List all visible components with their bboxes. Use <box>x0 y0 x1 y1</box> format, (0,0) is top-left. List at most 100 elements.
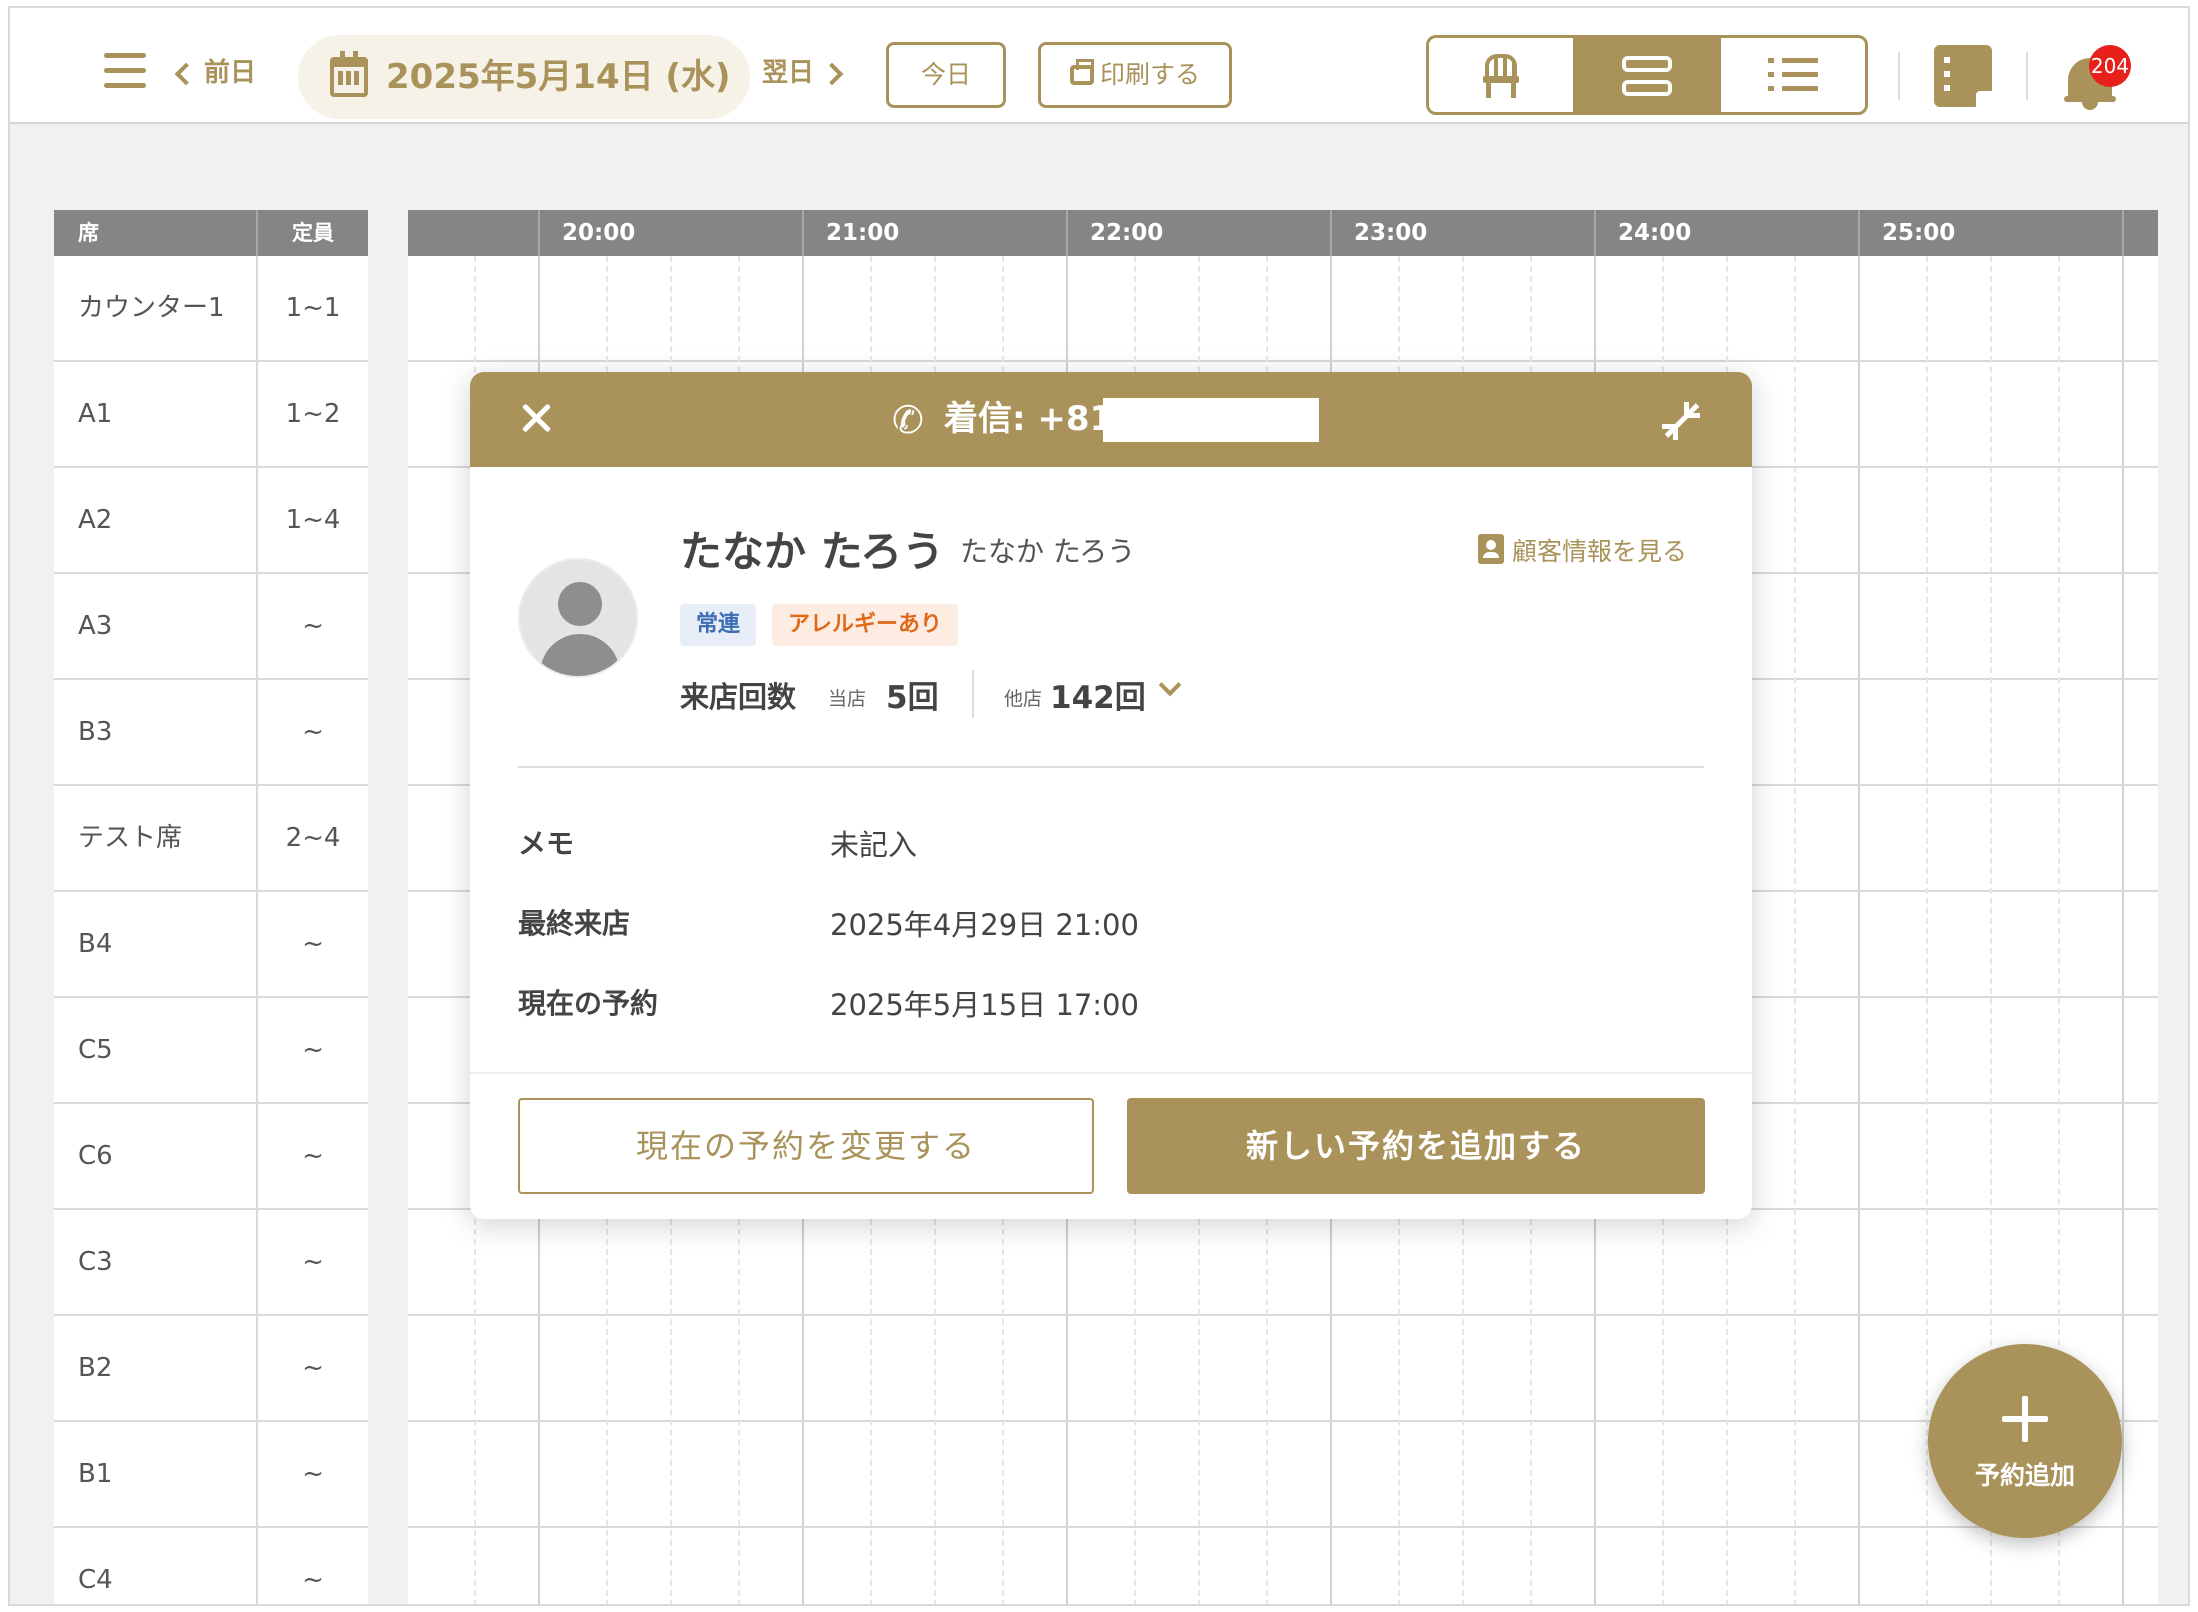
seat-capacity: ~ <box>302 717 324 747</box>
seat-row[interactable]: B3 ~ <box>54 680 368 786</box>
other-store-label: 他店 <box>1004 688 1043 710</box>
seat-row[interactable]: A1 1~2 <box>54 362 368 468</box>
current-date: 2025年5月14日 (水) <box>386 57 731 97</box>
prev-day-label: 前日 <box>204 58 257 88</box>
seat-row[interactable]: C4 ~ <box>54 1528 368 1604</box>
plus-icon <box>2002 1396 2048 1442</box>
timeline-view-button[interactable] <box>1575 38 1721 112</box>
add-reservation-button[interactable]: 新しい予約を追加する <box>1127 1098 1705 1194</box>
seat-row[interactable]: B1 ~ <box>54 1422 368 1528</box>
call-title: 着信: +81 <box>944 399 1114 439</box>
avatar <box>518 558 638 678</box>
divider <box>518 766 1704 768</box>
seat-row[interactable]: C6 ~ <box>54 1104 368 1210</box>
seat-capacity: 1~2 <box>285 399 341 429</box>
divider <box>2026 52 2028 100</box>
current-reservation-label: 現在の予約 <box>518 987 659 1020</box>
current-reservation-value: 2025年5月15日 17:00 <box>830 988 1139 1022</box>
seat-capacity: ~ <box>302 1247 324 1277</box>
chevron-down-icon[interactable] <box>1158 673 1182 697</box>
minimize-icon[interactable] <box>1656 396 1706 446</box>
seat-row[interactable]: カウンター1 1~1 <box>54 256 368 362</box>
seat-name: C3 <box>54 1210 258 1314</box>
print-button[interactable]: 印刷する <box>1038 42 1232 108</box>
quarter-line <box>1926 256 1928 1604</box>
timeline-header: 20:00 21:00 22:00 23:00 24:00 25:00 <box>408 210 2158 256</box>
this-store-label: 当店 <box>828 688 867 710</box>
view-customer-label: 顧客情報を見る <box>1512 537 1688 566</box>
hour-label: 24:00 <box>1594 210 1691 256</box>
memo-icon[interactable] <box>1934 45 1992 107</box>
seat-name: B1 <box>54 1422 258 1526</box>
hour-label: 22:00 <box>1066 210 1163 256</box>
seat-name: A1 <box>54 362 258 466</box>
divider <box>972 670 974 718</box>
divider <box>1898 52 1900 100</box>
seat-name: B2 <box>54 1316 258 1420</box>
this-store-count: 5回 <box>886 680 939 716</box>
memo-label: メモ <box>518 827 575 860</box>
seat-row[interactable]: B2 ~ <box>54 1316 368 1422</box>
notification-badge: 204 <box>2089 45 2131 87</box>
memo-value: 未記入 <box>830 828 918 862</box>
seat-capacity: ~ <box>302 1141 324 1171</box>
seat-row[interactable]: B4 ~ <box>54 892 368 998</box>
chevron-right-icon <box>820 62 844 85</box>
rows-icon <box>1622 56 1672 104</box>
modal-header: ✆ 着信: +81 <box>470 372 1752 467</box>
printer-icon <box>1069 59 1094 85</box>
seat-name: C4 <box>54 1528 258 1604</box>
view-toggle <box>1426 35 1868 115</box>
seat-capacity: ~ <box>302 929 324 959</box>
close-icon[interactable] <box>520 402 552 434</box>
seat-capacity: 1~1 <box>285 293 341 323</box>
seat-capacity: 1~4 <box>285 505 341 535</box>
add-reservation-fab[interactable]: 予約追加 <box>1928 1344 2122 1538</box>
regular-tag: 常連 <box>680 604 757 646</box>
seat-row[interactable]: C5 ~ <box>54 998 368 1104</box>
seat-view-button[interactable] <box>1429 38 1575 112</box>
seat-table-header: 席 定員 <box>54 210 368 256</box>
last-visit-label: 最終来店 <box>518 907 631 940</box>
hour-label: 21:00 <box>802 210 899 256</box>
seat-column-header: 席 <box>54 210 258 256</box>
phone-icon: ✆ <box>892 398 924 442</box>
seat-name: A2 <box>54 468 258 572</box>
chevron-left-icon <box>174 62 198 85</box>
seat-table: 席 定員 カウンター1 1~1 A1 1~2 A2 1~4 A3 ~ B3 ~ テスト席 2~4 B4 ~… <box>54 210 368 1604</box>
incoming-call-modal: ✆ 着信: +81 たなか たろう たなか たろう 顧客情報を見る 常連 アレル… <box>470 372 1752 1219</box>
seat-capacity: ~ <box>302 1459 324 1489</box>
prev-day-link[interactable]: 前日 <box>174 48 257 98</box>
visits-label: 来店回数 <box>680 680 797 714</box>
hour-label: 25:00 <box>1858 210 1955 256</box>
seat-row[interactable]: テスト席 2~4 <box>54 786 368 892</box>
allergy-tag: アレルギーあり <box>772 604 959 646</box>
hour-label: 23:00 <box>1330 210 1427 256</box>
next-day-link[interactable]: 翌日 <box>762 48 844 98</box>
today-button[interactable]: 今日 <box>886 42 1006 108</box>
seat-row[interactable]: A2 1~4 <box>54 468 368 574</box>
seat-row[interactable]: A3 ~ <box>54 574 368 680</box>
menu-icon[interactable] <box>104 53 146 89</box>
date-picker[interactable]: 2025年5月14日 (水) <box>298 35 750 119</box>
chair-icon <box>1483 54 1519 98</box>
other-store-count: 142回 <box>1050 680 1146 716</box>
seat-name: B4 <box>54 892 258 996</box>
seat-capacity: ~ <box>302 611 324 641</box>
hour-label <box>2122 210 2146 256</box>
seat-capacity: ~ <box>302 1035 324 1065</box>
next-day-label: 翌日 <box>762 58 815 88</box>
change-reservation-button[interactable]: 現在の予約を変更する <box>518 1098 1094 1194</box>
view-customer-link[interactable]: 顧客情報を見る <box>1478 532 1687 568</box>
list-icon <box>1768 58 1818 100</box>
seat-name: カウンター1 <box>54 256 258 360</box>
fab-label: 予約追加 <box>1974 1461 2075 1490</box>
seat-name: テスト席 <box>54 786 258 890</box>
customer-kana: たなか たろう <box>960 535 1136 568</box>
seat-name: C5 <box>54 998 258 1102</box>
capacity-column-header: 定員 <box>292 221 334 245</box>
top-bar: 前日 2025年5月14日 (水) 翌日 今日 印刷する 204 <box>10 8 2188 124</box>
seat-row[interactable]: C3 ~ <box>54 1210 368 1316</box>
list-view-button[interactable] <box>1721 38 1865 112</box>
seat-name: B3 <box>54 680 258 784</box>
